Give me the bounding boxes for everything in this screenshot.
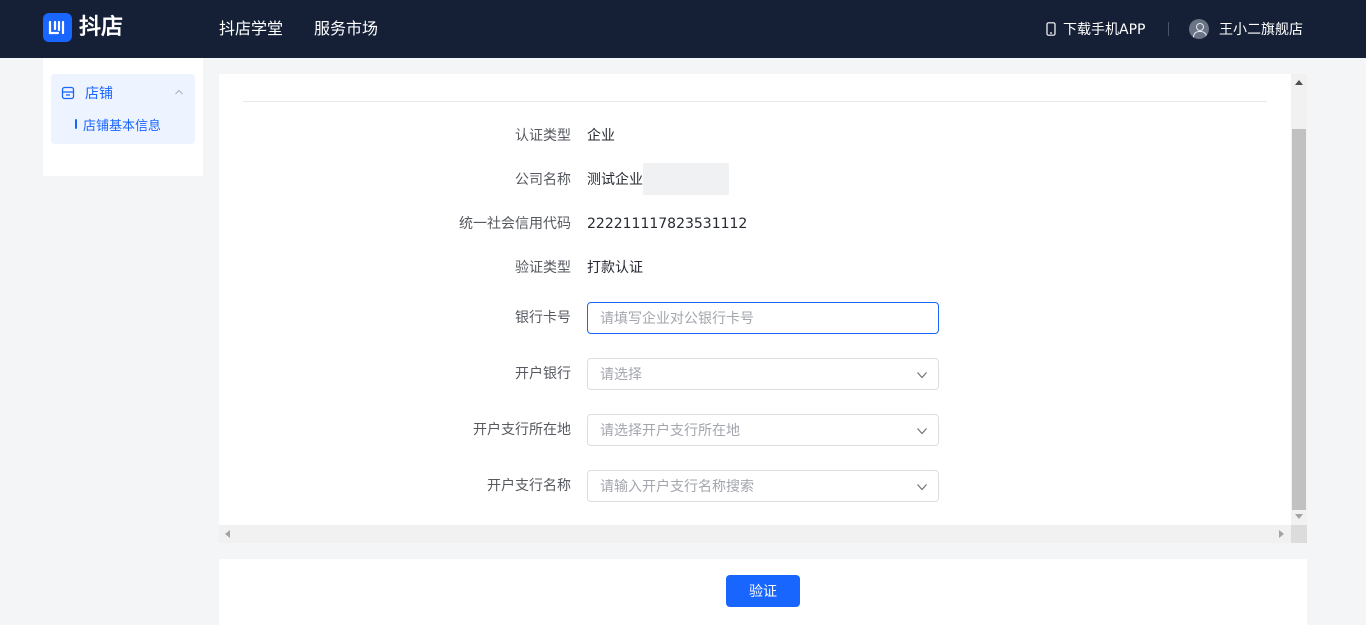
verify-type-value: 打款认证 bbox=[587, 260, 643, 276]
scroll-left-arrow-icon[interactable] bbox=[225, 530, 230, 538]
active-indicator bbox=[75, 119, 77, 129]
sidebar: 店铺 店铺基本信息 bbox=[43, 58, 203, 176]
chevron-down-icon bbox=[917, 484, 927, 491]
redacted-mask bbox=[643, 163, 729, 195]
bank-label: 开户银行 bbox=[515, 366, 571, 382]
chevron-down-icon bbox=[917, 372, 927, 379]
bank-select[interactable]: 请选择 bbox=[587, 358, 939, 390]
sidebar-group-shop: 店铺 店铺基本信息 bbox=[51, 74, 195, 144]
cert-type-label: 认证类型 bbox=[515, 128, 571, 144]
branch-name-select[interactable]: 请输入开户支行名称搜索 bbox=[587, 470, 939, 502]
nav-school[interactable]: 抖店学堂 bbox=[219, 18, 283, 40]
horizontal-scrollbar[interactable] bbox=[219, 525, 1291, 543]
avatar-icon bbox=[1189, 19, 1209, 39]
cert-type-value: 企业 bbox=[587, 128, 615, 144]
company-name-label: 公司名称 bbox=[515, 172, 571, 188]
chevron-down-icon bbox=[917, 428, 927, 435]
company-name-value: 测试企业 bbox=[587, 172, 643, 188]
phone-icon bbox=[1046, 22, 1056, 36]
download-app-label: 下载手机APP bbox=[1063, 22, 1146, 38]
branch-location-select[interactable]: 请选择开户支行所在地 bbox=[587, 414, 939, 446]
vertical-scrollbar[interactable] bbox=[1291, 74, 1307, 525]
user-name: 王小二旗舰店 bbox=[1219, 22, 1303, 38]
branch-name-label: 开户支行名称 bbox=[487, 478, 571, 494]
credit-code-label: 统一社会信用代码 bbox=[459, 216, 571, 232]
credit-code-value: 222211117823531112 bbox=[587, 216, 748, 232]
bank-card-placeholder: 请填写企业对公银行卡号 bbox=[600, 311, 754, 327]
branch-location-label: 开户支行所在地 bbox=[473, 422, 571, 438]
footer-bar: 验证 bbox=[219, 559, 1307, 625]
sidebar-item-label: 店铺基本信息 bbox=[83, 118, 162, 134]
scroll-down-arrow-icon[interactable] bbox=[1295, 514, 1303, 519]
download-app-link[interactable]: 下载手机APP bbox=[1046, 20, 1145, 38]
logo-text[interactable]: 抖店 bbox=[79, 12, 123, 44]
nav-service-market[interactable]: 服务市场 bbox=[314, 18, 378, 40]
bank-placeholder: 请选择 bbox=[600, 367, 642, 383]
bank-card-label: 银行卡号 bbox=[515, 310, 571, 326]
scrollbar-thumb[interactable] bbox=[1292, 129, 1306, 510]
sidebar-group-header[interactable]: 店铺 bbox=[51, 74, 195, 114]
sidebar-item-shop-basic-info[interactable]: 店铺基本信息 bbox=[75, 114, 161, 134]
scroll-up-arrow-icon[interactable] bbox=[1295, 80, 1303, 85]
logo-icon[interactable] bbox=[43, 13, 72, 42]
branch-location-placeholder: 请选择开户支行所在地 bbox=[600, 423, 740, 439]
verify-button[interactable]: 验证 bbox=[726, 575, 800, 607]
store-icon bbox=[61, 86, 75, 100]
user-menu[interactable]: 王小二旗舰店 bbox=[1189, 18, 1303, 40]
sidebar-group-label: 店铺 bbox=[85, 86, 113, 102]
chevron-up-icon[interactable] bbox=[174, 88, 184, 96]
form-panel: 认证类型 企业 公司名称 测试企业 统一社会信用代码 2222111178235… bbox=[219, 74, 1307, 543]
top-navbar: 抖店 抖店学堂 服务市场 下载手机APP 王小二旗舰店 bbox=[0, 0, 1366, 58]
branch-name-placeholder: 请输入开户支行名称搜索 bbox=[600, 479, 754, 495]
divider bbox=[243, 101, 1267, 102]
scroll-right-arrow-icon[interactable] bbox=[1279, 530, 1284, 538]
verify-type-label: 验证类型 bbox=[515, 260, 571, 276]
scrollbar-corner bbox=[1291, 525, 1307, 543]
bank-card-input[interactable]: 请填写企业对公银行卡号 bbox=[587, 302, 939, 334]
header-divider bbox=[1168, 22, 1169, 36]
